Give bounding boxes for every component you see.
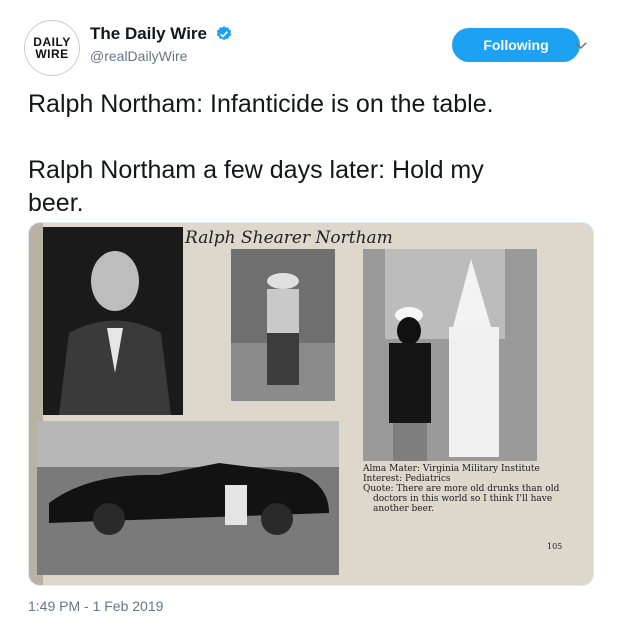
caption-line-1: Alma Mater: Virginia Military Institute — [362, 464, 540, 474]
verified-badge-icon — [217, 26, 232, 41]
caption-line-5: another beer. — [373, 504, 434, 514]
account-handle[interactable]: @realDailyWire — [90, 48, 233, 64]
avatar[interactable]: DAILY WIRE — [24, 20, 80, 76]
following-button[interactable]: Following — [452, 28, 580, 62]
account-info[interactable]: The Daily Wire @realDailyWire — [90, 24, 233, 64]
yearbook-name: Ralph Shearer Northam — [184, 228, 393, 248]
tweet-header: DAILY WIRE The Daily Wire @realDailyWire… — [24, 18, 598, 76]
display-name[interactable]: The Daily Wire — [90, 24, 207, 44]
tweet-text: Ralph Northam: Infanticide is on the tab… — [28, 88, 588, 220]
chevron-down-icon[interactable] — [572, 36, 590, 54]
yearbook-page-image: Ralph Shearer Northam Alma Mater: Virgin… — [29, 223, 593, 585]
page-number: 105 — [547, 542, 562, 551]
avatar-text-line2: WIRE — [35, 47, 69, 61]
caption-line-2: Interest: Pediatrics — [363, 474, 451, 484]
caption-line-3: Quote: There are more old drunks than ol… — [363, 484, 560, 494]
caption-line-4: doctors in this world so I think I'll ha… — [373, 494, 552, 504]
tweet-timestamp[interactable]: 1:49 PM - 1 Feb 2019 — [28, 598, 163, 614]
tweet-line-2: Ralph Northam a few days later: Hold my — [28, 156, 484, 184]
tweet-line-1: Ralph Northam: Infanticide is on the tab… — [28, 90, 494, 118]
tweet-media-photo[interactable]: Ralph Shearer Northam Alma Mater: Virgin… — [28, 222, 594, 586]
tweet-line-3: beer. — [28, 189, 84, 217]
